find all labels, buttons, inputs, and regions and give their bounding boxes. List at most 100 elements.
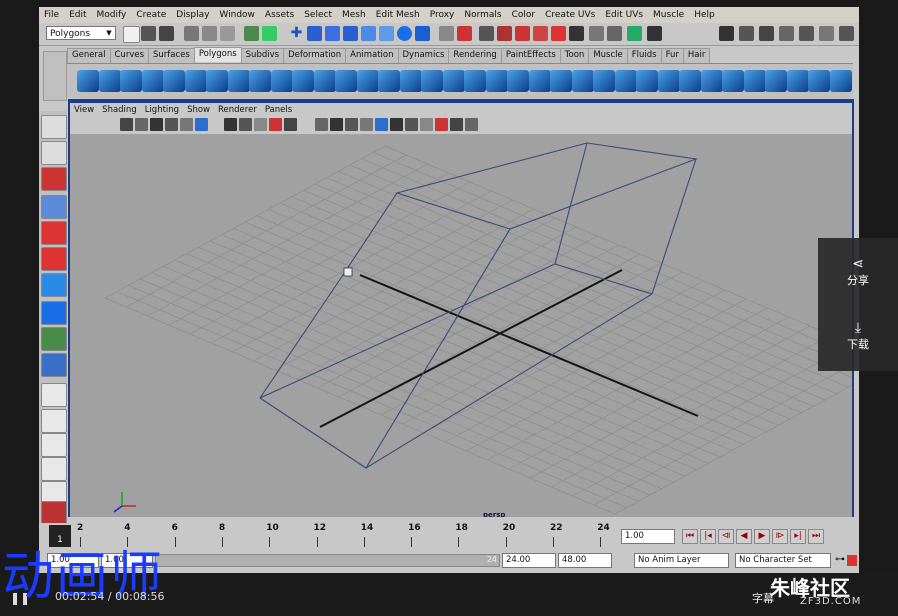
menu-window[interactable]: Window <box>214 10 260 20</box>
panel-menu-show[interactable]: Show <box>183 105 214 115</box>
viewport-canvas[interactable] <box>70 134 852 517</box>
panel-menu-shading[interactable]: Shading <box>98 105 141 115</box>
layout-four-icon[interactable] <box>41 409 67 433</box>
film-gate-icon[interactable] <box>195 118 208 131</box>
layer-icon[interactable] <box>779 26 794 41</box>
last-tool-icon[interactable] <box>41 353 67 377</box>
tab-curves[interactable]: Curves <box>109 48 150 63</box>
new-scene-icon[interactable] <box>123 26 140 43</box>
planar-map-icon[interactable] <box>700 70 723 92</box>
extract-icon[interactable] <box>356 70 379 92</box>
wedge-icon[interactable] <box>657 70 680 92</box>
safe-action-icon[interactable] <box>239 118 252 131</box>
outliner-icon[interactable] <box>799 26 814 41</box>
wireframe-on-shaded-icon[interactable] <box>420 118 433 131</box>
tab-toon[interactable]: Toon <box>559 48 590 63</box>
layout-single-icon[interactable] <box>41 383 67 407</box>
poly-pyramid-icon[interactable] <box>227 70 250 92</box>
anim-layer-selector[interactable]: No Anim Layer <box>634 553 729 568</box>
motion-trail-icon[interactable] <box>450 118 463 131</box>
step-back-key-button[interactable]: ⧏ <box>718 529 734 544</box>
snap-curve-icon[interactable] <box>307 26 322 41</box>
auto-key-icon[interactable] <box>847 555 857 566</box>
menu-file[interactable]: File <box>39 10 64 20</box>
help-icon[interactable] <box>415 26 430 41</box>
poly-prism-icon[interactable] <box>206 70 228 92</box>
image-plane-icon[interactable] <box>150 118 163 131</box>
show-tool-icon[interactable] <box>739 26 754 41</box>
current-frame-marker[interactable]: 1 <box>49 525 71 547</box>
panel-menu-view[interactable]: View <box>70 105 98 115</box>
menu-edit-mesh[interactable]: Edit Mesh <box>371 10 425 20</box>
snap-point-icon[interactable] <box>325 26 340 41</box>
lasso-icon[interactable] <box>41 141 67 165</box>
step-forward-key-button[interactable]: ⧐ <box>772 529 788 544</box>
bevel-icon[interactable] <box>614 70 637 92</box>
boolean-difference-icon[interactable] <box>421 70 443 92</box>
layout-persp-graph-icon[interactable] <box>41 457 67 481</box>
combine-icon[interactable] <box>313 70 336 92</box>
channel-icon[interactable] <box>607 26 622 41</box>
poly-cube-icon[interactable] <box>98 70 121 92</box>
current-time-field[interactable]: 1.00 <box>621 529 675 544</box>
download-button[interactable]: ⤓ 下载 <box>818 320 898 352</box>
menu-create[interactable]: Create <box>131 10 171 20</box>
tab-deformation[interactable]: Deformation <box>283 48 347 63</box>
poly-sphere-icon[interactable] <box>77 70 99 92</box>
poly-torus-icon[interactable] <box>184 70 207 92</box>
rotate-icon[interactable] <box>41 221 67 245</box>
open-scene-icon[interactable] <box>141 26 156 41</box>
menu-mesh[interactable]: Mesh <box>337 10 371 20</box>
sphere-icon[interactable] <box>397 26 412 41</box>
show-attr-icon[interactable] <box>719 26 734 41</box>
go-to-end-button[interactable]: ⏭ <box>808 529 824 544</box>
poly-plane-icon[interactable] <box>163 70 185 92</box>
select-component-icon[interactable] <box>220 26 235 41</box>
move-icon[interactable] <box>41 195 67 219</box>
menu-edit[interactable]: Edit <box>64 10 91 20</box>
poly-cone-icon[interactable] <box>141 70 164 92</box>
range-slider[interactable]: 24 <box>155 554 500 567</box>
mirror-icon[interactable] <box>464 70 486 92</box>
checker-icon[interactable] <box>808 70 830 92</box>
mode-selector[interactable]: Polygons ▼ <box>46 26 116 40</box>
separate-icon[interactable] <box>335 70 357 92</box>
play-forwards-button[interactable]: ▶ <box>754 529 770 544</box>
xray-icon[interactable] <box>375 118 388 131</box>
panel-menu-lighting[interactable]: Lighting <box>141 105 183 115</box>
tab-surfaces[interactable]: Surfaces <box>148 48 195 63</box>
poly-helix-icon[interactable] <box>270 70 293 92</box>
textured-icon[interactable] <box>330 118 343 131</box>
layout-persp-outliner-icon[interactable] <box>41 433 67 457</box>
tab-subdivs[interactable]: Subdivs <box>240 48 285 63</box>
cylindrical-map-icon[interactable] <box>722 70 744 92</box>
menu-create-uvs[interactable]: Create UVs <box>540 10 600 20</box>
resolution-gate-icon[interactable] <box>224 118 237 131</box>
bridge-icon[interactable] <box>593 70 615 92</box>
menu-assets[interactable]: Assets <box>260 10 299 20</box>
select-icon[interactable] <box>41 115 67 139</box>
camera-lock-icon[interactable] <box>465 118 478 131</box>
menu-modify[interactable]: Modify <box>92 10 132 20</box>
input-field-icon[interactable] <box>589 26 604 41</box>
spherical-map-icon[interactable] <box>743 70 766 92</box>
perspective-viewport[interactable]: persp <box>70 134 852 517</box>
render-view-icon[interactable] <box>551 26 566 41</box>
key-icon[interactable]: ⊶ <box>835 554 845 565</box>
share-button[interactable]: ⋖ 分享 <box>818 256 898 288</box>
tab-polygons[interactable]: Polygons <box>193 47 242 62</box>
wireframe-icon[interactable] <box>269 118 282 131</box>
shelf-menu[interactable] <box>43 51 67 101</box>
menu-edit-uvs[interactable]: Edit UVs <box>600 10 648 20</box>
lock-icon[interactable] <box>439 26 454 41</box>
poly-cylinder-icon[interactable] <box>120 70 142 92</box>
camera-icon[interactable] <box>569 26 584 41</box>
poly-pipe-icon[interactable] <box>249 70 271 92</box>
smooth-shade-icon[interactable] <box>284 118 297 131</box>
save-scene-icon[interactable] <box>159 26 174 41</box>
soft-mod-icon[interactable] <box>41 301 67 325</box>
append-icon[interactable] <box>507 70 529 92</box>
smooth-icon[interactable] <box>378 70 400 92</box>
select-handles-icon[interactable] <box>262 26 277 41</box>
menu-help[interactable]: Help <box>689 10 720 20</box>
